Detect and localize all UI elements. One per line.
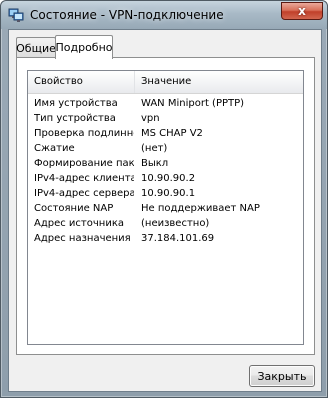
value-cell: vpn bbox=[141, 113, 160, 124]
dialog-window: Состояние - VPN-подключение x Общие Подр… bbox=[0, 0, 328, 398]
column-header-property[interactable]: Свойство bbox=[28, 71, 135, 93]
property-cell: Имя устройства bbox=[34, 98, 118, 109]
property-cell: Формирование паке... bbox=[34, 158, 134, 169]
list-row[interactable]: Адрес назначения 37.184.101.69 bbox=[28, 231, 303, 246]
tab-details[interactable]: Подробно bbox=[55, 35, 113, 59]
list-row[interactable]: Адрес источника (неизвестно) bbox=[28, 216, 303, 231]
list-row[interactable]: Проверка подлинности MS CHAP V2 bbox=[28, 126, 303, 141]
property-cell: Адрес назначения bbox=[34, 233, 131, 244]
dialog-client-area: Общие Подробно Свойство Значение Имя уст… bbox=[8, 29, 322, 392]
property-cell: Проверка подлинности bbox=[34, 128, 134, 139]
value-cell: MS CHAP V2 bbox=[141, 128, 203, 139]
list-rows: Имя устройства WAN Miniport (PPTP) Тип у… bbox=[28, 96, 303, 246]
property-cell: IPv4-адрес сервера bbox=[34, 188, 134, 199]
column-header-value[interactable]: Значение bbox=[135, 71, 303, 93]
property-cell: IPv4-адрес клиента bbox=[34, 173, 134, 184]
properties-list[interactable]: Свойство Значение Имя устройства WAN Min… bbox=[27, 70, 304, 345]
value-cell: (неизвестно) bbox=[141, 218, 210, 229]
list-row[interactable]: IPv4-адрес клиента 10.90.90.2 bbox=[28, 171, 303, 186]
value-cell: Не поддерживает NAP bbox=[141, 203, 260, 214]
list-row[interactable]: Имя устройства WAN Miniport (PPTP) bbox=[28, 96, 303, 111]
property-cell: Адрес источника bbox=[34, 218, 124, 229]
value-cell: WAN Miniport (PPTP) bbox=[141, 98, 245, 109]
title-close-button[interactable]: x bbox=[281, 2, 323, 20]
value-cell: 37.184.101.69 bbox=[141, 233, 215, 244]
close-button[interactable]: Закрыть bbox=[249, 365, 315, 387]
value-cell: Выкл bbox=[141, 158, 169, 169]
details-tab-panel: Свойство Значение Имя устройства WAN Min… bbox=[16, 57, 315, 355]
network-connection-icon bbox=[8, 8, 24, 22]
list-row[interactable]: Сжатие (нет) bbox=[28, 141, 303, 156]
value-cell: (нет) bbox=[141, 143, 168, 154]
list-header: Свойство Значение bbox=[28, 71, 303, 94]
property-cell: Состояние NAP bbox=[34, 203, 114, 214]
value-cell: 10.90.90.1 bbox=[141, 188, 196, 199]
list-row[interactable]: Тип устройства vpn bbox=[28, 111, 303, 126]
property-cell: Тип устройства bbox=[34, 113, 116, 124]
list-row[interactable]: Формирование паке... Выкл bbox=[28, 156, 303, 171]
title-bar[interactable]: Состояние - VPN-подключение x bbox=[1, 1, 327, 29]
list-row[interactable]: Состояние NAP Не поддерживает NAP bbox=[28, 201, 303, 216]
list-row[interactable]: IPv4-адрес сервера 10.90.90.1 bbox=[28, 186, 303, 201]
property-cell: Сжатие bbox=[34, 143, 75, 154]
window-title: Состояние - VPN-подключение bbox=[30, 8, 224, 22]
tab-general[interactable]: Общие bbox=[16, 37, 56, 58]
close-icon: x bbox=[298, 4, 306, 18]
value-cell: 10.90.90.2 bbox=[141, 173, 196, 184]
